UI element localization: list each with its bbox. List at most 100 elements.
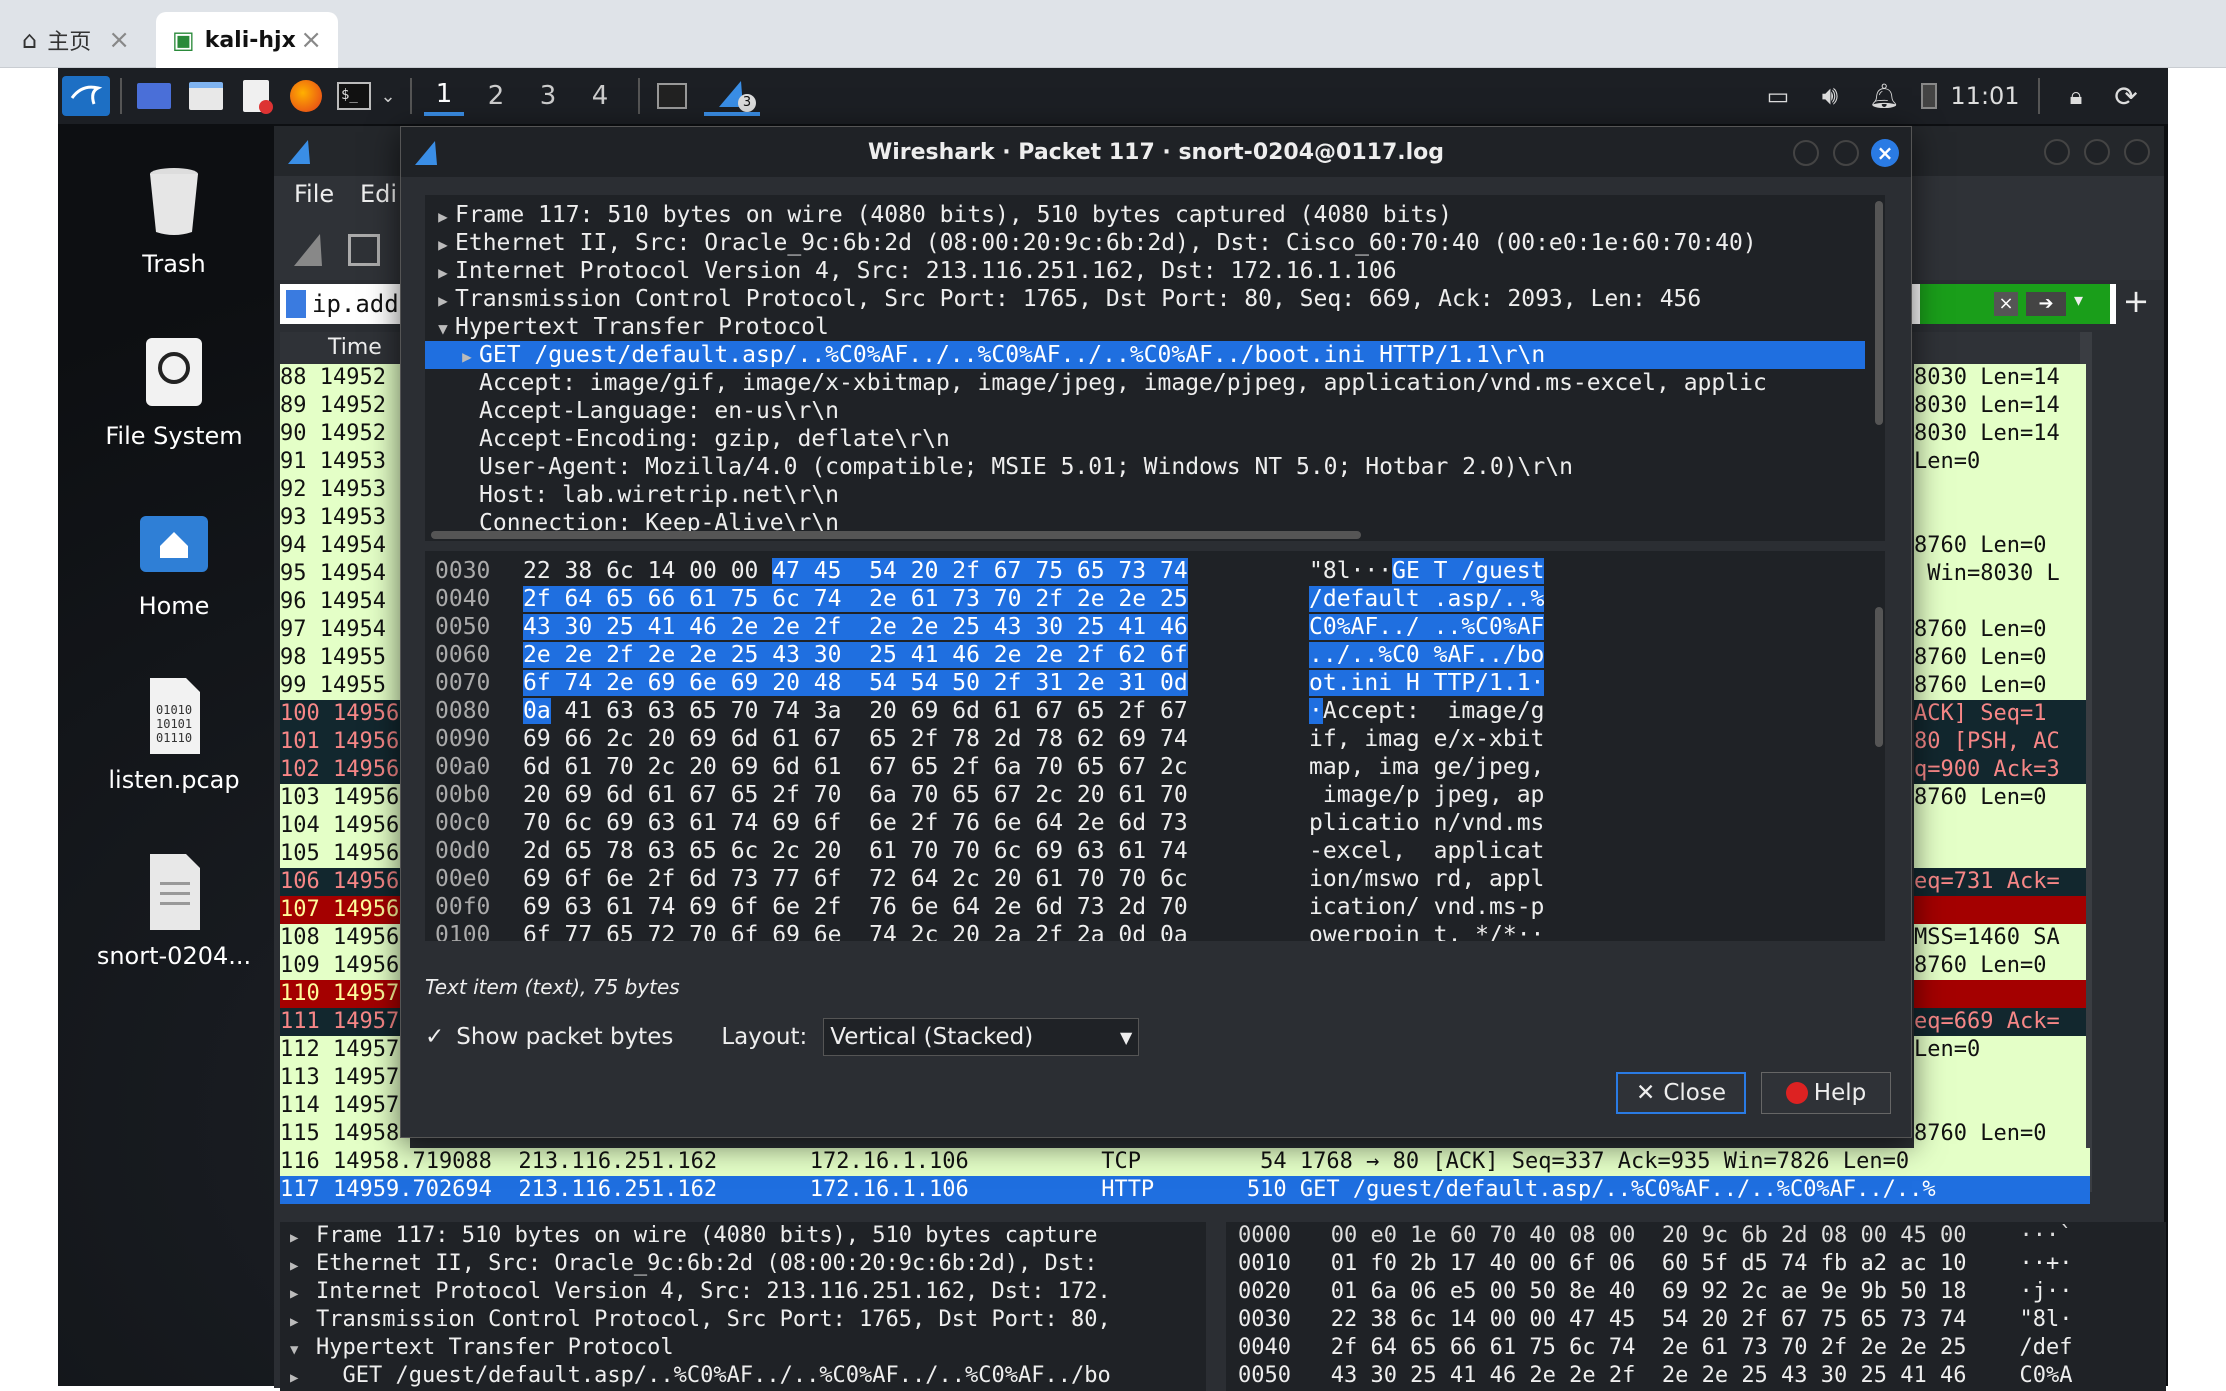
byte-ascii[interactable]: image/p jpeg, ap xyxy=(1309,781,1545,809)
tree-item[interactable]: Accept-Encoding: gzip, deflate\r\n xyxy=(425,425,1865,453)
tree-item[interactable]: User-Agent: Mozilla/4.0 (compatible; MSI… xyxy=(425,453,1865,481)
show-packet-bytes-label[interactable]: Show packet bytes xyxy=(456,1024,673,1050)
packet-row[interactable]: 91 14953 xyxy=(280,448,410,476)
bookmark-icon[interactable] xyxy=(286,290,306,318)
packet-row[interactable]: 92 14953 xyxy=(280,476,410,504)
packet-row[interactable]: 89 14952 xyxy=(280,392,410,420)
close-icon[interactable]: × xyxy=(300,25,322,55)
packet-row[interactable]: 97 14954 xyxy=(280,616,410,644)
byte-hex[interactable]: 20 69 6d 61 67 65 2f 70 6a 70 65 67 2c 2… xyxy=(523,781,1188,809)
menu-edit[interactable]: Edi xyxy=(360,180,397,208)
browser-tab-kali[interactable]: ▣ kali-hjx × xyxy=(156,12,338,68)
chevron-right-icon[interactable]: ▶ xyxy=(431,203,455,229)
filter-history-chevron-icon[interactable]: ▾ xyxy=(2074,290,2094,311)
byte-hex[interactable]: 69 66 2c 20 69 6d 61 67 65 2f 78 2d 78 6… xyxy=(523,725,1188,753)
clear-filter-icon[interactable]: × xyxy=(1994,292,2018,316)
packet-row[interactable]: 104 14956 xyxy=(280,812,410,840)
packet-row[interactable]: 110 14957 xyxy=(280,980,410,1008)
start-capture-icon[interactable] xyxy=(290,230,330,270)
browser-tab-home[interactable]: ⌂ 主页 × xyxy=(6,12,146,68)
menu-file[interactable]: File xyxy=(294,180,334,208)
byte-ascii[interactable]: ication/ vnd.ms-p xyxy=(1309,893,1544,921)
chevron-down-icon[interactable]: ▼ xyxy=(431,315,455,341)
packet-row[interactable]: 96 14954 xyxy=(280,588,410,616)
dialog-minimize-button[interactable] xyxy=(1793,140,1819,166)
desktop-icon-file-system[interactable]: File System xyxy=(84,332,264,450)
notification-bell-icon[interactable]: 🔔︎ xyxy=(1864,76,1904,116)
byte-ascii[interactable]: /default .asp/..% xyxy=(1309,585,1545,613)
byte-hex[interactable]: 6f 74 2e 69 6e 69 20 48 54 54 50 2f 31 2… xyxy=(523,669,1188,697)
byte-ascii[interactable]: if, imag e/x-xbit xyxy=(1309,725,1544,753)
byte-hex[interactable]: 69 63 61 74 69 6f 6e 2f 76 6e 64 2e 6d 7… xyxy=(523,893,1188,921)
stop-capture-icon[interactable] xyxy=(348,234,380,266)
packet-row[interactable]: 117 14959.702694 213.116.251.162 172.16.… xyxy=(280,1176,2090,1204)
pane-splitter[interactable] xyxy=(1206,1222,1226,1391)
tree-vertical-scrollbar[interactable] xyxy=(1875,201,1883,425)
packet-row[interactable]: 93 14953 xyxy=(280,504,410,532)
apply-filter-icon[interactable]: ➔ xyxy=(2026,292,2066,316)
byte-ascii[interactable]: map, ima ge/jpeg, xyxy=(1309,753,1544,781)
help-button[interactable]: Help xyxy=(1761,1072,1891,1114)
tree-item[interactable]: Accept-Language: en-us\r\n xyxy=(425,397,1865,425)
detail-line[interactable]: ▼ Hypertext Transfer Protocol xyxy=(280,1334,1210,1362)
packet-row[interactable]: 99 14955 xyxy=(280,672,410,700)
tree-horizontal-scrollbar[interactable] xyxy=(431,531,1361,539)
detail-line[interactable]: ▶ Internet Protocol Version 4, Src: 213.1… xyxy=(280,1278,1210,1306)
chevron-right-icon[interactable]: ▶ xyxy=(431,287,455,313)
byte-hex[interactable]: 43 30 25 41 46 2e 2e 2f 2e 2e 25 43 30 2… xyxy=(523,613,1188,641)
byte-hex[interactable]: 6f 77 65 72 70 6f 69 6e 74 2c 20 2a 2f 2… xyxy=(523,921,1188,941)
byte-ascii[interactable]: owerpoin t, */*·· xyxy=(1309,921,1544,941)
packet-row[interactable]: 114 14957 xyxy=(280,1092,410,1120)
tree-item-selected[interactable]: ▶ GET /guest/default.asp/..%C0%AF../..%C0… xyxy=(425,341,1865,369)
lock-icon[interactable]: 🔒︎ xyxy=(2056,76,2096,116)
byte-hex[interactable]: 2f 64 65 66 61 75 6c 74 2e 61 73 70 2f 2… xyxy=(523,585,1188,613)
tree-item[interactable]: ▶ Frame 117: 510 bytes on wire (4080 bits… xyxy=(425,201,1865,229)
window-close-button[interactable] xyxy=(2124,139,2150,165)
byte-ascii[interactable]: plicatio n/vnd.ms xyxy=(1309,809,1544,837)
chevron-right-icon[interactable]: ▶ xyxy=(455,343,479,369)
minimize-button[interactable] xyxy=(2044,139,2070,165)
window-button-wireshark[interactable]: 3 xyxy=(704,76,760,116)
byte-hex[interactable]: 6d 61 70 2c 20 69 6d 61 67 65 2f 6a 70 6… xyxy=(523,753,1188,781)
byte-ascii[interactable]: ot.ini H TTP/1.1· xyxy=(1309,669,1545,697)
column-time[interactable]: Time xyxy=(328,335,382,360)
byte-hex[interactable]: 2e 2e 2f 2e 2e 25 43 30 25 41 46 2e 2e 2… xyxy=(523,641,1188,669)
workspace-3[interactable]: 3 xyxy=(528,76,568,116)
packet-row[interactable]: 107 14956 xyxy=(280,896,410,924)
packet-row[interactable]: 98 14955 xyxy=(280,644,410,672)
dialog-close-icon[interactable]: × xyxy=(1871,139,1899,167)
byte-hex[interactable]: 70 6c 69 63 61 74 69 6f 6e 2f 76 6e 64 2… xyxy=(523,809,1188,837)
packet-row[interactable]: 106 14956 xyxy=(280,868,410,896)
packet-row[interactable]: 100 14956 xyxy=(280,700,410,728)
display-icon[interactable]: ▭ xyxy=(1758,76,1798,116)
packet-row[interactable]: 90 14952 xyxy=(280,420,410,448)
desktop-icon-trash[interactable]: Trash xyxy=(84,160,264,278)
layout-select[interactable]: Vertical (Stacked) ▼ xyxy=(823,1018,1140,1056)
byte-hex[interactable]: 2d 65 78 63 65 6c 2c 20 61 70 70 6c 69 6… xyxy=(523,837,1188,865)
workspace-2[interactable]: 2 xyxy=(476,76,516,116)
packet-row[interactable]: 88 14952 xyxy=(280,364,410,392)
packet-row[interactable]: 113 14957 xyxy=(280,1064,410,1092)
packet-row[interactable]: 108 14956 xyxy=(280,924,410,952)
clock[interactable]: 11:01 xyxy=(1950,76,2020,116)
file-manager-icon[interactable] xyxy=(186,76,226,116)
byte-ascii[interactable]: ../..%C0 %AF../bo xyxy=(1309,641,1545,669)
chevron-down-icon[interactable]: ⌄ xyxy=(376,76,400,116)
byte-ascii[interactable]: "8l···GE T /guest xyxy=(1309,557,1545,585)
tree-item[interactable]: ▼ Hypertext Transfer Protocol xyxy=(425,313,1865,341)
kali-menu-icon[interactable] xyxy=(62,76,110,116)
tree-item[interactable]: ▶ Internet Protocol Version 4, Src: 213.1… xyxy=(425,257,1865,285)
volume-icon[interactable]: 🔊︎ xyxy=(1810,76,1850,116)
packet-row[interactable]: 103 14956 xyxy=(280,784,410,812)
tree-item[interactable]: Accept: image/gif, image/x-xbitmap, imag… xyxy=(425,369,1865,397)
desktop-icon-home[interactable]: Home xyxy=(84,502,264,620)
packet-row[interactable]: 101 14956 xyxy=(280,728,410,756)
packet-row[interactable]: 95 14954 xyxy=(280,560,410,588)
workspace-1[interactable]: 1 xyxy=(424,76,464,116)
byte-hex[interactable]: 0a 41 63 63 65 70 74 3a 20 69 6d 61 67 6… xyxy=(523,697,1188,725)
byte-hex[interactable]: 22 38 6c 14 00 00 47 45 54 20 2f 67 75 6… xyxy=(523,557,1188,585)
byte-ascii[interactable]: ion/mswo rd, appl xyxy=(1309,865,1544,893)
close-icon[interactable]: × xyxy=(108,25,130,55)
packet-row[interactable]: 105 14956 xyxy=(280,840,410,868)
desktop-icon-listen-pcap[interactable]: 01010 10101 01110 listen.pcap xyxy=(84,676,264,794)
